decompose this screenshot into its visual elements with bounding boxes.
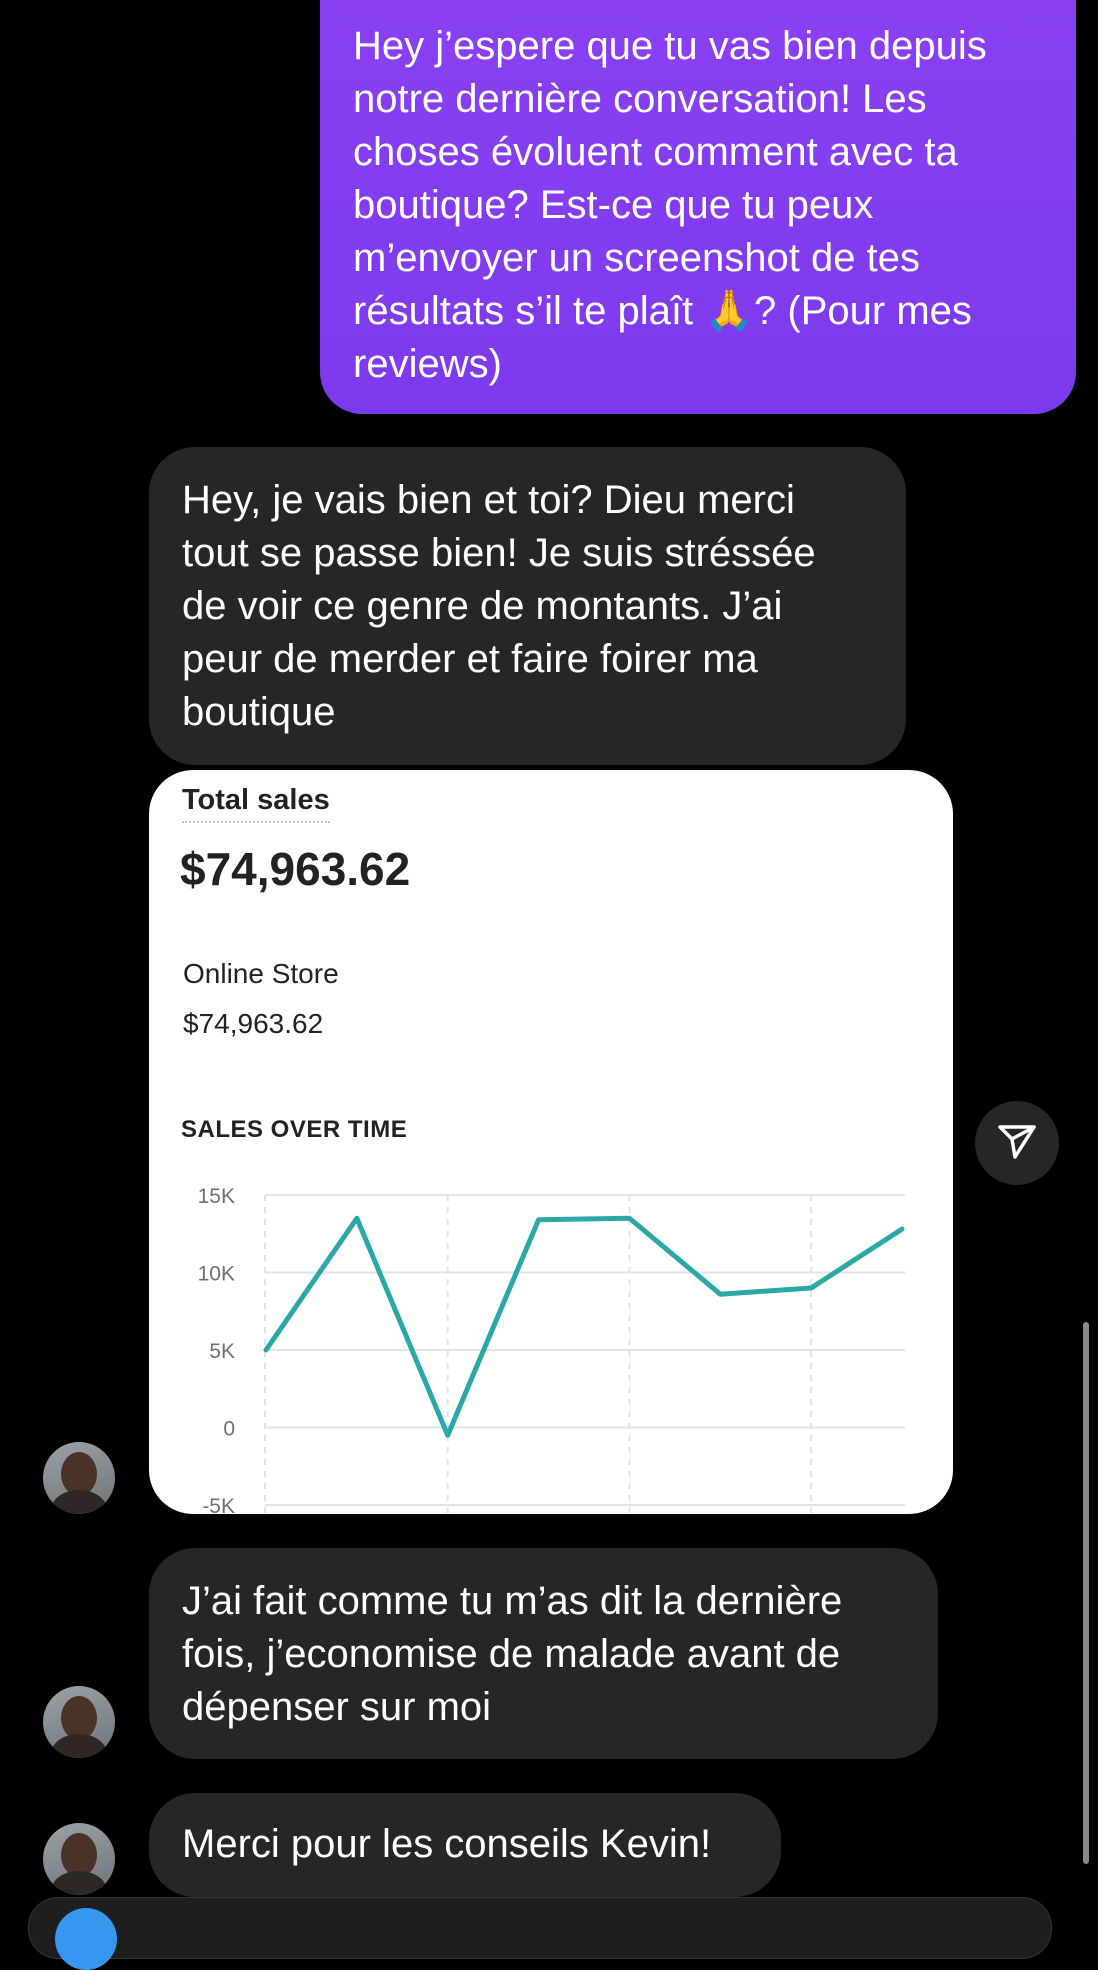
sales-screenshot-card[interactable]: Total sales $74,963.62 Online Store $74,… xyxy=(149,770,953,1514)
sales-over-time-chart: 15K 10K 5K 0 -5K xyxy=(149,770,953,1514)
contact-avatar[interactable] xyxy=(43,1686,115,1758)
scrollbar[interactable] xyxy=(1083,1322,1089,1864)
received-message-text: Merci pour les conseils Kevin! xyxy=(182,1818,749,1871)
received-message-bubble[interactable]: Hey, je vais bien et toi? Dieu merci tou… xyxy=(149,447,906,765)
received-message-text: Hey, je vais bien et toi? Dieu merci tou… xyxy=(182,474,874,739)
contact-avatar[interactable] xyxy=(43,1823,115,1895)
y-tick-label: 15K xyxy=(198,1185,235,1208)
sent-message-text: Hey j’espere que tu vas bien depuis notr… xyxy=(353,20,1044,391)
camera-button[interactable] xyxy=(55,1908,117,1970)
paper-plane-icon xyxy=(995,1119,1039,1168)
y-tick-label: 5K xyxy=(209,1340,235,1363)
contact-avatar[interactable] xyxy=(43,1442,115,1514)
y-tick-label: 0 xyxy=(223,1418,235,1441)
sent-message-bubble[interactable]: Hey j’espere que tu vas bien depuis notr… xyxy=(320,0,1076,414)
received-message-bubble[interactable]: J’ai fait comme tu m’as dit la dernière … xyxy=(149,1548,938,1759)
share-button[interactable] xyxy=(975,1101,1059,1185)
message-composer[interactable] xyxy=(28,1897,1052,1959)
y-tick-label: 10K xyxy=(198,1263,235,1286)
y-tick-label: -5K xyxy=(202,1495,235,1514)
received-message-text: J’ai fait comme tu m’as dit la dernière … xyxy=(182,1575,906,1734)
sales-series-line xyxy=(266,1218,902,1435)
received-message-bubble[interactable]: Merci pour les conseils Kevin! xyxy=(149,1793,781,1897)
